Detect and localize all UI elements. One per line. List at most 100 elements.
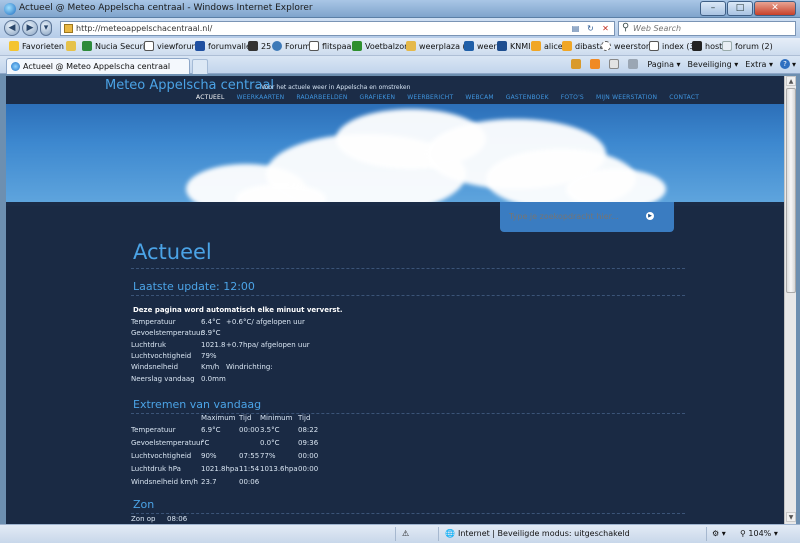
fav-link-weer[interactable]: weer [464,41,497,51]
nav-mijn-weerstation[interactable]: MIJN WEERSTATION [596,94,657,101]
current-value: 79% [201,352,217,360]
extremes-max: 1021.8hpa [201,465,239,473]
site-nav: ACTUEEL WEERKAARTEN RADARBEELDEN GRAFIEK… [196,94,711,101]
home-button[interactable] [571,59,583,69]
scroll-down-arrow-icon[interactable]: ▼ [786,512,796,522]
nav-webcam[interactable]: WEBCAM [465,94,493,101]
fav-folder-index[interactable]: index (3) [649,41,698,51]
nav-weerbericht[interactable]: WEERBERICHT [407,94,453,101]
current-value: 0.0mm [201,375,226,383]
extremes-max: 6.9°C [201,426,221,434]
favorites-button[interactable]: Favorieten [9,41,64,51]
tab-actueel[interactable]: Actueel @ Meteo Appelscha centraal [6,58,190,74]
fav-label: Forum [285,41,311,51]
search-icon: ⚲ [622,22,630,33]
back-arrow-icon: ◀ [8,23,16,33]
current-label: Gevoelstemperatuur [131,329,204,337]
extremes-min: 77% [260,452,276,460]
fav-link-knmi[interactable]: KNMI [497,41,531,51]
nav-radarbeelden[interactable]: RADARBEELDEN [296,94,347,101]
page-icon [352,41,362,51]
extremes-max: °C [201,439,210,447]
fav-label: 25 [261,41,272,51]
protected-mode-icon[interactable]: ⚙ ▾ [712,529,726,538]
window-title-bar: Actueel @ Meteo Appelscha centraal - Win… [0,0,800,18]
page-icon [144,41,154,51]
nav-actueel[interactable]: ACTUEEL [196,94,225,101]
feeds-button[interactable] [590,59,602,69]
back-button[interactable]: ◀ [4,20,20,36]
url-field[interactable]: http://meteoappelschacentraal.nl/ ▤ ↻ ✕ [60,21,615,36]
web-search-input[interactable] [633,23,783,34]
fav-link-nucia[interactable]: Nucia Security [82,41,153,51]
popup-blocker-icon[interactable]: ⚠ [402,529,409,538]
extremes-max-time: 11:54 [239,465,260,473]
fav-link-alice[interactable]: alice [531,41,563,51]
print-button[interactable] [628,59,640,69]
extremes-min: 1013.6hpa [260,465,298,473]
stop-icon[interactable]: ✕ [599,23,612,34]
page-icon [692,41,702,51]
status-bar: ⚠ 🌐 Internet | Beveiligde modus: uitgesc… [0,524,800,543]
fav-link-forumvallei[interactable]: forumvallei [195,41,253,51]
site-search-input[interactable] [509,210,639,222]
fav-label: Favorieten [22,41,64,51]
compatibility-view-icon[interactable]: ▤ [569,23,582,34]
extra-menu[interactable]: Extra ▾ [745,60,773,69]
fav-link-weerstore[interactable]: weerstore [601,41,654,51]
nav-grafieken[interactable]: GRAFIEKEN [360,94,396,101]
fav-link-25[interactable]: 25 [248,41,271,51]
refresh-icon[interactable]: ↻ [584,23,597,34]
current-label: Temperatuur [131,318,176,326]
current-value: 6.4°C [201,318,221,326]
minimize-button[interactable]: – [700,1,726,16]
maximize-button[interactable]: □ [727,1,753,16]
fav-link-flitspaal[interactable]: flitspaal [309,41,354,51]
scroll-up-arrow-icon[interactable]: ▲ [786,76,796,86]
fav-link-viewforum[interactable]: viewforum [144,41,199,51]
mail-icon [609,59,620,69]
page-icon [531,41,541,51]
nav-contact[interactable]: CONTACT [669,94,699,101]
extremes-max-time: 07:55 [239,452,260,460]
extremes-label: Luchtvochtigheid [131,452,192,460]
page-icon [562,41,572,51]
col-tijd: Tijd [239,414,252,422]
add-favorite-button[interactable] [66,41,79,51]
zoom-control[interactable]: ⚲ 104% ▾ [740,529,778,538]
nav-fotos[interactable]: FOTO'S [561,94,584,101]
vertical-scrollbar[interactable]: ▲ ▼ [784,76,796,524]
site-title[interactable]: Meteo Appelscha centraal [105,78,274,93]
sky-banner [6,104,784,202]
fav-link-dibasta[interactable]: dibasta [562,41,605,51]
page-menu[interactable]: Pagina ▾ [647,60,680,69]
fav-link-forum[interactable]: Forum [272,41,310,51]
fav-link-voetbalzone[interactable]: Voetbalzone [352,41,414,51]
extremes-heading: Extremen van vandaag [133,398,262,411]
url-text[interactable]: http://meteoappelschacentraal.nl/ [76,24,212,33]
tab-row: Actueel @ Meteo Appelscha centraal Pagin… [0,56,800,74]
new-tab-button[interactable] [192,59,208,74]
nav-gastenboek[interactable]: GASTENBOEK [506,94,549,101]
extremes-min-time: 08:22 [298,426,319,434]
extremes-min: 0.0°C [260,439,280,447]
security-zone[interactable]: Internet | Beveiligde modus: uitgeschake… [458,529,630,538]
web-search-box[interactable]: ⚲ [618,21,796,36]
current-label: Windsnelheid [131,363,179,371]
zon-heading: Zon [133,498,155,511]
scrollbar-thumb[interactable] [786,88,796,293]
nav-weerkaarten[interactable]: WEERKAARTEN [237,94,285,101]
forward-button[interactable]: ▶ [22,20,38,36]
page-title: Actueel [133,240,212,264]
current-label: Luchtvochtigheid [131,352,192,360]
help-menu[interactable]: ? ▾ [779,59,796,69]
fav-link-host[interactable]: host [692,41,722,51]
forward-arrow-icon: ▶ [26,23,34,33]
fav-folder-forum[interactable]: forum (2) [722,41,773,51]
close-button[interactable]: ✕ [754,1,796,16]
page-icon [464,41,474,51]
search-go-button[interactable]: ▶ [646,212,654,220]
safety-menu[interactable]: Beveiliging ▾ [688,60,739,69]
mail-button[interactable] [609,59,621,69]
recent-pages-button[interactable]: ▾ [40,20,52,36]
